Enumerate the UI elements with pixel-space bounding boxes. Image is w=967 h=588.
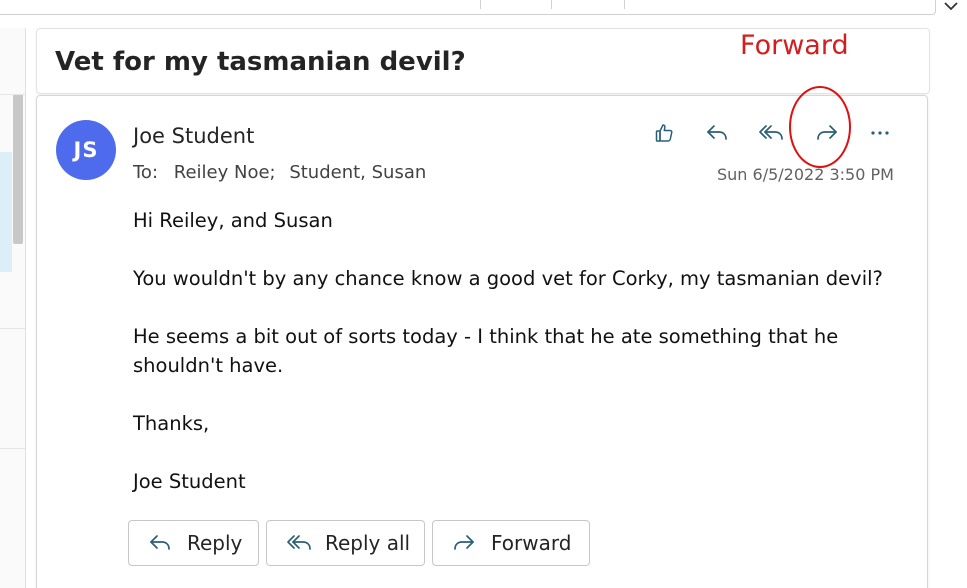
message-list-edge [0,28,26,588]
like-icon [655,124,673,142]
toolbar-divider [480,0,481,9]
top-toolbar-strip [0,0,967,16]
annotation-label: Forward [740,30,849,61]
reply-all-icon [759,125,783,140]
toolbar-divider [624,0,625,9]
body-paragraph: Joe Student [133,470,246,493]
forward-icon [454,535,474,550]
message-body: Hi Reiley, and Susan You wouldn't by any… [133,206,893,525]
selected-message-highlight[interactable] [0,152,12,272]
like-button[interactable] [647,118,681,148]
sender-name[interactable]: Joe Student [133,124,254,148]
body-paragraph: He seems a bit out of sorts today - I th… [133,325,839,377]
reply-all-icon [287,535,311,550]
to-label: To: [133,162,159,183]
reply-icon [150,535,170,550]
reply-button[interactable]: Reply [128,520,259,566]
avatar[interactable]: JS [56,120,116,180]
list-divider [0,328,25,329]
reply-action-button[interactable] [700,118,734,148]
avatar-initials: JS [73,138,99,162]
recipient[interactable]: Student, Susan [289,162,426,183]
message-timestamp: Sun 6/5/2022 3:50 PM [717,165,894,184]
more-actions-button[interactable] [863,118,897,148]
more-icon [871,131,889,135]
message-card: JS Joe Student To: Reiley Noe; Student, … [36,95,928,588]
body-paragraph: Thanks, [133,412,210,435]
annotation-circle [789,86,851,168]
reply-icon [707,125,727,140]
body-paragraph: Hi Reiley, and Susan [133,209,333,232]
reply-button-label: Reply [187,531,243,555]
message-list-scrollbar[interactable] [13,94,23,244]
email-subject: Vet for my tasmanian devil? [55,47,466,77]
body-paragraph: You wouldn't by any chance know a good v… [133,267,883,290]
chevron-down-icon[interactable] [940,0,962,14]
reply-all-button-label: Reply all [325,531,411,555]
reply-all-button[interactable]: Reply all [266,520,425,566]
forward-button-label: Forward [491,531,572,555]
forward-button[interactable]: Forward [432,520,590,566]
list-divider [0,448,25,449]
toolbar-panel [0,0,936,15]
recipient[interactable]: Reiley Noe; [174,162,276,183]
recipients-line: To: Reiley Noe; Student, Susan [133,162,426,183]
list-divider [0,94,25,95]
toolbar-divider [551,0,552,9]
reply-all-action-button[interactable] [754,118,788,148]
